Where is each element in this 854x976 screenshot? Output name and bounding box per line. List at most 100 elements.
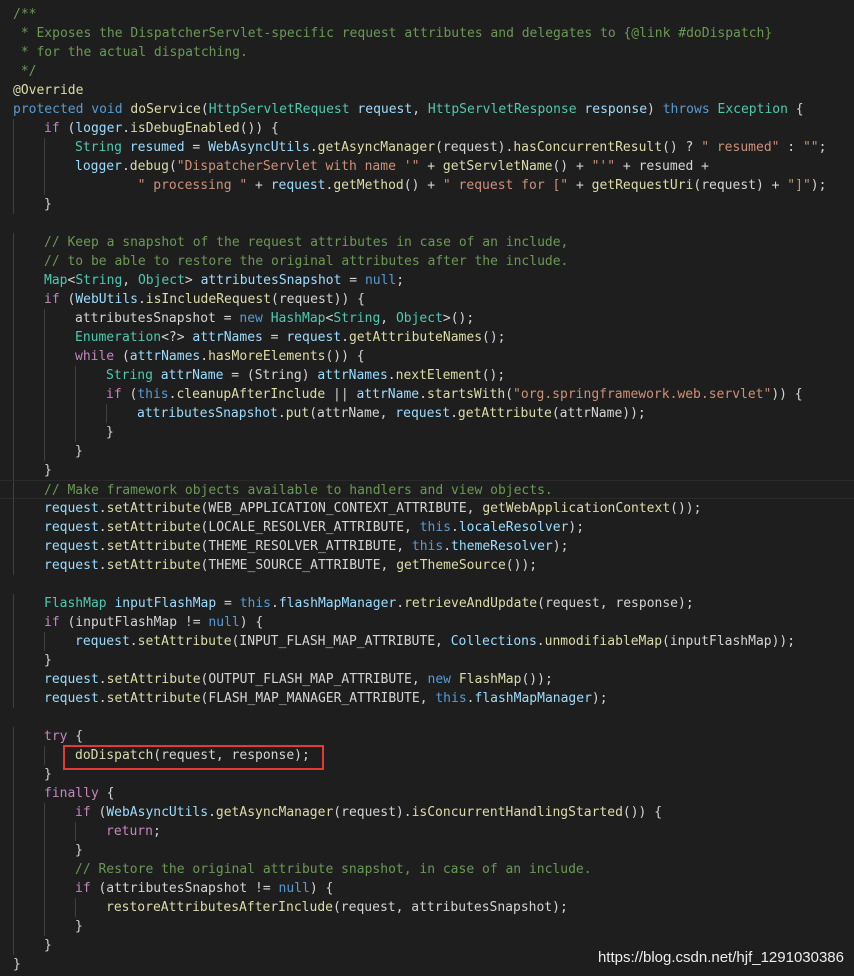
code-line[interactable]: FlashMap inputFlashMap = this.flashMapMa…: [0, 594, 854, 613]
code-token: // Make framework objects available to h…: [44, 483, 553, 498]
code-line[interactable]: if (inputFlashMap != null) {: [0, 613, 854, 632]
code-line[interactable]: // Make framework objects available to h…: [0, 480, 854, 500]
code-token: {: [787, 102, 804, 117]
indent-guide: [13, 233, 14, 252]
code-token: .: [98, 520, 107, 535]
indent-guide: [13, 195, 14, 214]
code-line[interactable]: if (this.cleanupAfterInclude || attrName…: [0, 385, 854, 404]
code-line[interactable]: }: [0, 442, 854, 461]
code-line[interactable]: [0, 575, 854, 594]
code-line[interactable]: request.setAttribute(INPUT_FLASH_MAP_ATT…: [0, 632, 854, 651]
code-token: .: [208, 805, 216, 820]
code-line[interactable]: logger.debug("DispatcherServlet with nam…: [0, 157, 854, 176]
code-line[interactable]: Map<String, Object> attributesSnapshot =…: [0, 271, 854, 290]
indent-guide: [13, 347, 14, 366]
code-token: (request).: [435, 140, 514, 155]
indent-guide: [44, 404, 45, 423]
code-token: =: [341, 273, 365, 288]
code-token: getWebApplicationContext: [482, 501, 671, 516]
code-line[interactable]: String attrName = (String) attrNames.nex…: [0, 366, 854, 385]
indent-guide: [44, 841, 45, 860]
code-line[interactable]: if (logger.isDebugEnabled()) {: [0, 119, 854, 138]
code-token: + resumed +: [615, 159, 710, 174]
code-line[interactable]: }: [0, 195, 854, 214]
code-line[interactable]: attributesSnapshot.put(attrName, request…: [0, 404, 854, 423]
code-token: ()) {: [239, 121, 279, 136]
code-line[interactable]: request.setAttribute(THEME_SOURCE_ATTRIB…: [0, 556, 854, 575]
code-line[interactable]: */: [0, 62, 854, 81]
code-line[interactable]: @Override: [0, 81, 854, 100]
code-token: (request).: [333, 805, 412, 820]
code-line[interactable]: }: [0, 917, 854, 936]
code-token: put: [285, 406, 310, 421]
code-line[interactable]: attributesSnapshot = new HashMap<String,…: [0, 309, 854, 328]
code-line[interactable]: }: [0, 841, 854, 860]
code-line[interactable]: Enumeration<?> attrNames = request.getAt…: [0, 328, 854, 347]
code-token: .: [466, 691, 475, 706]
code-token: request: [44, 672, 99, 687]
code-token: .: [341, 330, 349, 345]
code-line[interactable]: if (WebUtils.isIncludeRequest(request)) …: [0, 290, 854, 309]
code-line[interactable]: protected void doService(HttpServletRequ…: [0, 100, 854, 119]
code-line[interactable]: while (attrNames.hasMoreElements()) {: [0, 347, 854, 366]
code-token: if: [75, 881, 91, 896]
code-token: null: [278, 881, 310, 896]
code-line[interactable]: finally {: [0, 784, 854, 803]
code-token: logger: [75, 121, 123, 136]
code-line[interactable]: request.setAttribute(FLASH_MAP_MANAGER_A…: [0, 689, 854, 708]
code-token: if: [44, 121, 60, 136]
code-line[interactable]: request.setAttribute(THEME_RESOLVER_ATTR…: [0, 537, 854, 556]
code-token: }: [44, 938, 52, 953]
indent-guide: [13, 613, 14, 632]
code-line[interactable]: }: [0, 765, 854, 784]
code-line[interactable]: try {: [0, 727, 854, 746]
code-line[interactable]: request.setAttribute(LOCALE_RESOLVER_ATT…: [0, 518, 854, 537]
code-line[interactable]: [0, 708, 854, 727]
code-line[interactable]: if (WebAsyncUtils.getAsyncManager(reques…: [0, 803, 854, 822]
code-editor[interactable]: /** * Exposes the DispatcherServlet-spec…: [0, 0, 854, 976]
code-token: (inputFlashMap));: [662, 634, 796, 649]
code-line[interactable]: [0, 214, 854, 233]
code-line[interactable]: }: [0, 423, 854, 442]
code-token: (FLASH_MAP_MANAGER_ATTRIBUTE,: [200, 691, 436, 706]
indent-guide: [13, 689, 14, 708]
code-line[interactable]: " processing " + request.getMethod() + "…: [0, 176, 854, 195]
code-line[interactable]: doDispatch(request, response);: [0, 746, 854, 765]
code-token: this: [419, 520, 452, 535]
code-line[interactable]: }: [0, 651, 854, 670]
code-token: cleanupAfterInclude: [176, 387, 326, 402]
code-token: ());: [521, 672, 553, 687]
code-line[interactable]: request.setAttribute(OUTPUT_FLASH_MAP_AT…: [0, 670, 854, 689]
code-line[interactable]: // Restore the original attribute snapsh…: [0, 860, 854, 879]
code-token: }: [75, 919, 83, 934]
code-line[interactable]: }: [0, 461, 854, 480]
indent-guide: [75, 898, 76, 917]
indent-guide: [44, 746, 45, 765]
code-token: :: [779, 140, 803, 155]
code-line[interactable]: // Keep a snapshot of the request attrib…: [0, 233, 854, 252]
code-line[interactable]: if (attributesSnapshot != null) {: [0, 879, 854, 898]
indent-guide: [13, 822, 14, 841]
code-line[interactable]: * Exposes the DispatcherServlet-specific…: [0, 24, 854, 43]
code-token: .: [396, 596, 405, 611]
code-line[interactable]: return;: [0, 822, 854, 841]
code-token: inputFlashMap: [114, 596, 217, 611]
code-token: (: [114, 349, 130, 364]
code-token: (attrName,: [309, 406, 396, 421]
code-line[interactable]: restoreAttributesAfterInclude(request, a…: [0, 898, 854, 917]
code-token: resumed: [129, 140, 185, 155]
code-token: ()) {: [325, 349, 365, 364]
code-line[interactable]: request.setAttribute(WEB_APPLICATION_CON…: [0, 499, 854, 518]
code-line[interactable]: * for the actual dispatching.: [0, 43, 854, 62]
code-token: doService: [130, 102, 201, 117]
code-token: .: [419, 387, 427, 402]
code-token: "DispatcherServlet with name '": [176, 159, 420, 174]
code-token: HttpServletResponse: [427, 102, 577, 117]
code-line[interactable]: String resumed = WebAsyncUtils.getAsyncM…: [0, 138, 854, 157]
indent-guide: [13, 898, 14, 917]
indent-guide: [13, 119, 14, 138]
code-line[interactable]: // to be able to restore the original at…: [0, 252, 854, 271]
code-line[interactable]: /**: [0, 5, 854, 24]
